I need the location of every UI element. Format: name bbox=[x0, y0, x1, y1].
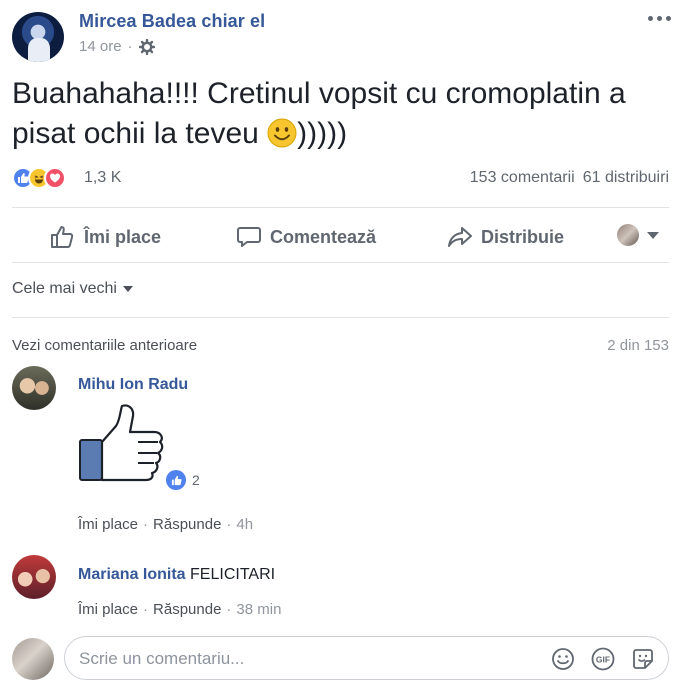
comment-time[interactable]: 4h bbox=[236, 516, 253, 533]
comment-count[interactable]: 153 comentarii bbox=[470, 169, 575, 187]
comment-input[interactable] bbox=[79, 647, 519, 671]
like-icon bbox=[51, 226, 74, 248]
like-button[interactable]: Îmi place bbox=[50, 224, 161, 250]
commenter-name[interactable]: Mihu Ion Radu bbox=[78, 376, 188, 394]
current-user-avatar bbox=[12, 638, 54, 680]
composer-icons: GIF bbox=[550, 646, 656, 672]
meta-separator: · bbox=[226, 601, 232, 618]
comment-composer: GIF bbox=[12, 632, 669, 684]
comment-like-number: 2 bbox=[192, 472, 200, 488]
share-button[interactable]: Distribuie bbox=[447, 224, 564, 250]
gear-icon[interactable] bbox=[138, 38, 155, 55]
comment-text: FELICITARI bbox=[190, 566, 276, 583]
audience-avatar bbox=[617, 224, 639, 246]
previous-comments-row: Vezi comentariile anterioare 2 din 153 bbox=[12, 337, 669, 357]
gif-icon[interactable]: GIF bbox=[590, 646, 616, 672]
divider bbox=[12, 262, 669, 263]
comment-icon bbox=[237, 227, 261, 247]
comment-like-link[interactable]: Îmi place bbox=[78, 601, 138, 618]
post-actions: Îmi place Comentează Distribuie bbox=[12, 212, 669, 260]
divider bbox=[12, 317, 669, 318]
comment: Mihu Ion Radu 2 Îmi place · Răspunde · 4… bbox=[12, 366, 669, 536]
thumbs-up-sticker-icon bbox=[79, 404, 164, 482]
emoji-icon[interactable] bbox=[550, 646, 576, 672]
comment-like-count[interactable]: 2 bbox=[166, 470, 200, 490]
comment-input-box[interactable]: GIF bbox=[64, 636, 669, 680]
share-button-label: Distribuie bbox=[481, 226, 565, 247]
like-reaction-icon bbox=[166, 470, 186, 490]
audience-selector[interactable] bbox=[617, 224, 659, 246]
comment-reply-link[interactable]: Răspunde bbox=[153, 601, 221, 618]
view-previous-comments-link[interactable]: Vezi comentariile anterioare bbox=[12, 337, 197, 354]
comment-reply-link[interactable]: Răspunde bbox=[153, 516, 221, 533]
commenter-avatar[interactable] bbox=[12, 555, 56, 599]
share-count[interactable]: 61 distribuiri bbox=[583, 169, 669, 187]
reaction-icons[interactable] bbox=[12, 167, 66, 191]
sort-label: Cele mai vechi bbox=[12, 280, 117, 297]
svg-text:GIF: GIF bbox=[596, 655, 610, 665]
love-reaction-icon bbox=[44, 167, 66, 189]
commenter-name: Mariana Ionita FELICITARI bbox=[78, 566, 275, 584]
sticker-icon[interactable] bbox=[630, 646, 656, 672]
comment-time[interactable]: 38 min bbox=[236, 601, 281, 618]
meta-separator: · bbox=[143, 516, 149, 533]
comment-button-label: Comentează bbox=[270, 226, 377, 247]
comment-button[interactable]: Comentează bbox=[236, 224, 376, 250]
comments-shown-count: 2 din 153 bbox=[607, 337, 669, 354]
author-name[interactable]: Mircea Badea chiar el bbox=[79, 11, 265, 32]
divider bbox=[12, 207, 669, 208]
post-stats: 153 comentarii 61 distribuiri bbox=[470, 169, 669, 187]
comment-actions: Îmi place · Răspunde · 38 min bbox=[78, 601, 281, 618]
meta-separator: · bbox=[127, 38, 133, 55]
smile-emoji-icon bbox=[267, 118, 297, 148]
reaction-count[interactable]: 1,3 K bbox=[84, 169, 121, 187]
comment-like-link[interactable]: Îmi place bbox=[78, 516, 138, 533]
chevron-down-icon bbox=[122, 286, 133, 292]
post-meta: 14 ore · bbox=[79, 38, 155, 55]
commenter-name-link[interactable]: Mariana Ionita bbox=[78, 566, 186, 583]
post-text: Buahahaha!!!! Cretinul vopsit cu cromopl… bbox=[12, 74, 672, 154]
more-options-icon[interactable] bbox=[645, 10, 673, 26]
like-button-label: Îmi place bbox=[84, 226, 162, 247]
post-header: Mircea Badea chiar el 14 ore · bbox=[12, 6, 673, 62]
commenter-avatar[interactable] bbox=[12, 366, 56, 410]
reactions-bar: 1,3 K 153 comentarii 61 distribuiri bbox=[12, 165, 669, 193]
post-text-tail: ))))) bbox=[297, 117, 348, 150]
chevron-down-icon bbox=[647, 231, 659, 239]
comment-actions: Îmi place · Răspunde · 4h bbox=[78, 516, 253, 533]
meta-separator: · bbox=[226, 516, 232, 533]
comment-sort-dropdown[interactable]: Cele mai vechi bbox=[12, 280, 133, 298]
post-time[interactable]: 14 ore bbox=[79, 38, 122, 55]
meta-separator: · bbox=[143, 601, 149, 618]
share-icon bbox=[448, 227, 472, 247]
comment: Mariana Ionita FELICITARI Îmi place · Ră… bbox=[12, 555, 669, 625]
author-avatar[interactable] bbox=[12, 12, 64, 62]
